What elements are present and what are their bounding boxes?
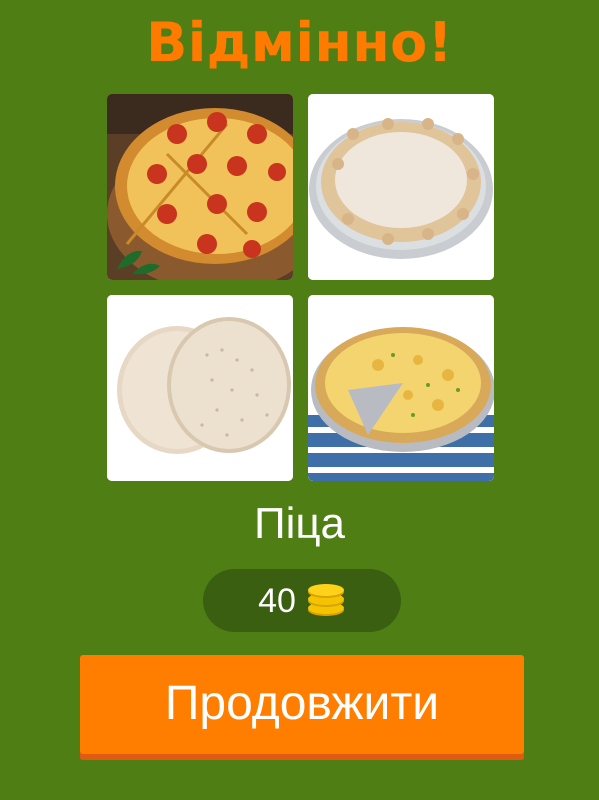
answer-word: Піца	[253, 499, 346, 548]
pizza-crust-on-pan-image	[308, 94, 494, 280]
coins-reward-badge: 40	[203, 569, 401, 632]
coins-count: 40	[258, 581, 296, 620]
page-title: Відмінно!	[146, 11, 453, 74]
continue-button[interactable]: Продовжити	[80, 655, 524, 760]
picture-tile-pizza-dough[interactable]	[107, 295, 293, 481]
pizza-dough-bases-image	[107, 295, 293, 481]
pepperoni-pizza-image	[107, 94, 293, 280]
picture-tile-pizza-crust[interactable]	[308, 94, 494, 280]
picture-tile-cheese-pizza[interactable]	[308, 295, 494, 481]
picture-tile-pepperoni-pizza[interactable]	[107, 94, 293, 280]
coins-icon	[307, 583, 344, 616]
cheese-pizza-sliced-image	[308, 295, 494, 481]
continue-button-label: Продовжити	[164, 677, 440, 730]
